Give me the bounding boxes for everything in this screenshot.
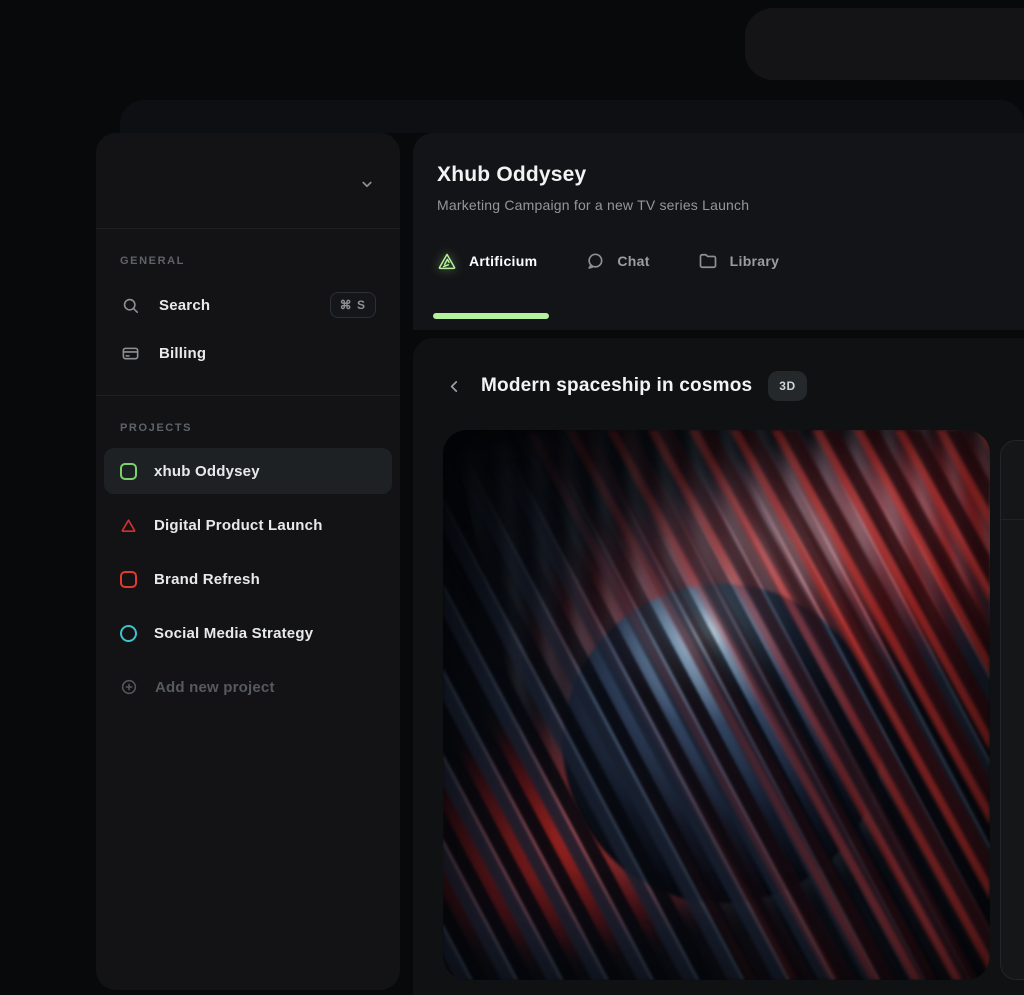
tab-label: Chat bbox=[617, 253, 649, 269]
billing-icon bbox=[120, 343, 140, 363]
next-image-card[interactable] bbox=[1000, 440, 1024, 980]
active-tab-indicator bbox=[433, 313, 549, 319]
chevron-down-icon[interactable] bbox=[358, 175, 376, 193]
sidebar-item-label: Billing bbox=[159, 345, 206, 362]
artificium-logo-icon bbox=[437, 251, 457, 271]
folder-icon bbox=[698, 251, 718, 271]
page-title: Xhub Oddysey bbox=[437, 163, 1024, 187]
generation-header: Modern spaceship in cosmos 3D bbox=[413, 338, 1024, 434]
square-icon bbox=[120, 571, 137, 588]
circle-icon bbox=[120, 625, 137, 642]
page-subtitle: Marketing Campaign for a new TV series L… bbox=[437, 197, 1024, 213]
square-icon bbox=[120, 463, 137, 480]
project-label: xhub Oddysey bbox=[154, 463, 260, 480]
search-shortcut-badge: ⌘ S bbox=[330, 292, 376, 318]
tab-label: Library bbox=[730, 253, 780, 269]
add-new-project-button[interactable]: Add new project bbox=[104, 664, 392, 710]
project-header: Xhub Oddysey Marketing Campaign for a ne… bbox=[413, 133, 1024, 330]
project-item-digital-product-launch[interactable]: Digital Product Launch bbox=[104, 502, 392, 548]
sidebar-divider bbox=[96, 395, 400, 396]
section-label-general: GENERAL bbox=[96, 255, 400, 267]
sidebar-item-billing[interactable]: Billing bbox=[96, 329, 400, 377]
section-label-projects: PROJECTS bbox=[96, 422, 400, 434]
3d-badge: 3D bbox=[768, 371, 806, 401]
tab-label: Artificium bbox=[469, 253, 537, 269]
project-item-xhub-oddysey[interactable]: xhub Oddysey bbox=[104, 448, 392, 494]
project-label: Social Media Strategy bbox=[154, 625, 313, 642]
tab-artificium[interactable]: Artificium bbox=[437, 251, 537, 271]
chat-icon bbox=[585, 251, 605, 271]
next-card-divider bbox=[1001, 519, 1024, 520]
workspace-switcher[interactable] bbox=[96, 133, 400, 229]
artificium-content: Modern spaceship in cosmos 3D bbox=[413, 338, 1024, 995]
tab-bar: Artificium Chat Library bbox=[437, 251, 1024, 271]
image-vignette bbox=[443, 430, 990, 980]
generation-title: Modern spaceship in cosmos bbox=[481, 375, 752, 397]
search-icon bbox=[120, 295, 140, 315]
project-list: xhub Oddysey Digital Product Launch Bran… bbox=[96, 448, 400, 718]
window-background-shape bbox=[745, 8, 1024, 80]
project-item-brand-refresh[interactable]: Brand Refresh bbox=[104, 556, 392, 602]
sidebar-item-search[interactable]: Search ⌘ S bbox=[96, 281, 400, 329]
sidebar-item-label: Search bbox=[159, 297, 210, 314]
sidebar: GENERAL Search ⌘ S Billing PROJECTS xhub… bbox=[96, 133, 400, 990]
back-button[interactable] bbox=[443, 375, 465, 397]
project-item-social-media-strategy[interactable]: Social Media Strategy bbox=[104, 610, 392, 656]
plus-circle-icon bbox=[120, 678, 138, 696]
tab-library[interactable]: Library bbox=[698, 251, 780, 271]
add-project-label: Add new project bbox=[155, 679, 275, 696]
generated-image[interactable] bbox=[443, 430, 990, 980]
background-band bbox=[120, 100, 1024, 133]
triangle-icon bbox=[120, 517, 137, 534]
tab-chat[interactable]: Chat bbox=[585, 251, 649, 271]
project-label: Brand Refresh bbox=[154, 571, 260, 588]
project-label: Digital Product Launch bbox=[154, 517, 323, 534]
